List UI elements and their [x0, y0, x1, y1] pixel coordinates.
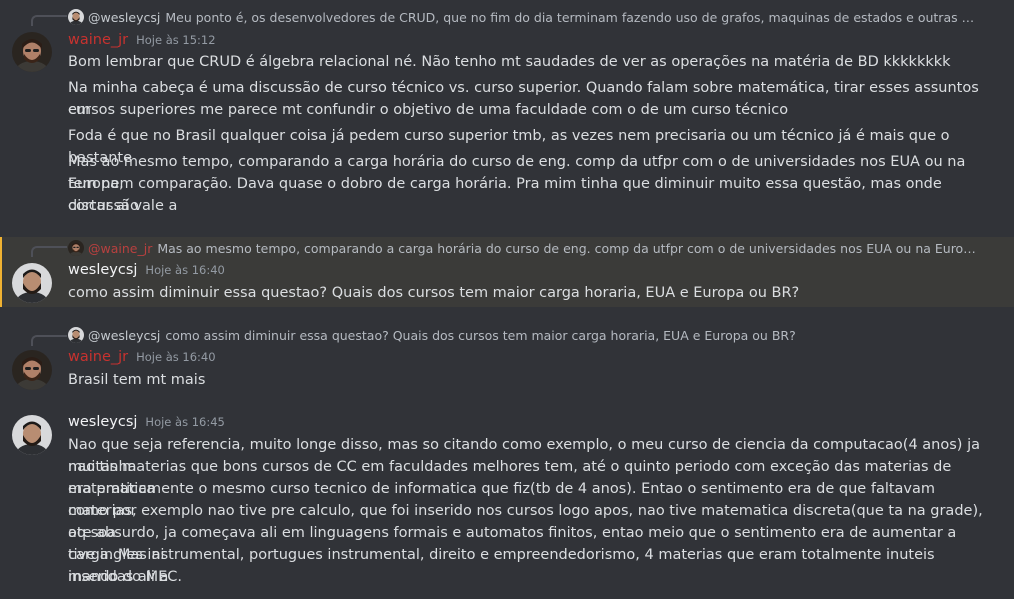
- message-header: wesleycsj Hoje às 16:45: [68, 414, 225, 434]
- message-line: mando do MEC.: [68, 569, 182, 585]
- author-name[interactable]: wesleycsj: [68, 414, 137, 430]
- message-4: wesleycsj Hoje às 16:45 Nao que seja ref…: [0, 413, 1014, 599]
- author-name[interactable]: waine_jr: [68, 349, 128, 365]
- reply-text[interactable]: Meu ponto é, os desenvolvedores de CRUD,…: [165, 10, 978, 25]
- message-header: waine_jr Hoje às 15:12: [68, 32, 216, 52]
- avatar[interactable]: [12, 32, 52, 72]
- avatar: [68, 9, 84, 25]
- timestamp[interactable]: Hoje às 15:12: [136, 33, 215, 47]
- reply-spine: [31, 335, 67, 346]
- reply-author[interactable]: @waine_jr: [88, 241, 152, 256]
- reply-preview[interactable]: @waine_jr Mas ao mesmo tempo, comparando…: [68, 238, 978, 258]
- reply-preview[interactable]: @wesleycsj Meu ponto é, os desenvolvedor…: [68, 7, 978, 27]
- reply-author[interactable]: @wesleycsj: [88, 10, 160, 25]
- reply-spine: [31, 246, 67, 257]
- message-line: Bom lembrar que CRUD é álgebra relaciona…: [68, 54, 951, 70]
- message-line: discussão: [68, 198, 139, 214]
- avatar: [68, 240, 84, 256]
- message-3: @wesleycsj como assim diminuir essa ques…: [0, 324, 1014, 396]
- reply-author[interactable]: @wesleycsj: [88, 328, 160, 343]
- reply-spine: [31, 15, 67, 26]
- avatar[interactable]: [12, 263, 52, 303]
- reply-preview[interactable]: @wesleycsj como assim diminuir essa ques…: [68, 325, 978, 345]
- reply-text[interactable]: como assim diminuir essa questao? Quais …: [165, 328, 795, 343]
- avatar[interactable]: [12, 350, 52, 390]
- message-header: wesleycsj Hoje às 16:40: [68, 262, 225, 282]
- reply-text[interactable]: Mas ao mesmo tempo, comparando a carga h…: [157, 241, 978, 256]
- author-name[interactable]: waine_jr: [68, 32, 128, 48]
- timestamp[interactable]: Hoje às 16:40: [145, 263, 224, 277]
- message-1: @wesleycsj Meu ponto é, os desenvolvedor…: [0, 0, 1014, 230]
- avatar[interactable]: [12, 415, 52, 455]
- timestamp[interactable]: Hoje às 16:45: [145, 415, 224, 429]
- message-line: Brasil tem mt mais: [68, 372, 206, 388]
- avatar: [68, 327, 84, 343]
- author-name[interactable]: wesleycsj: [68, 262, 137, 278]
- message-header: waine_jr Hoje às 16:40: [68, 349, 216, 369]
- timestamp[interactable]: Hoje às 16:40: [136, 350, 215, 364]
- message-2: @waine_jr Mas ao mesmo tempo, comparando…: [0, 237, 1014, 307]
- message-line: cursos superiores me parece mt confundir…: [68, 102, 789, 118]
- message-line: como assim diminuir essa questao? Quais …: [68, 285, 800, 301]
